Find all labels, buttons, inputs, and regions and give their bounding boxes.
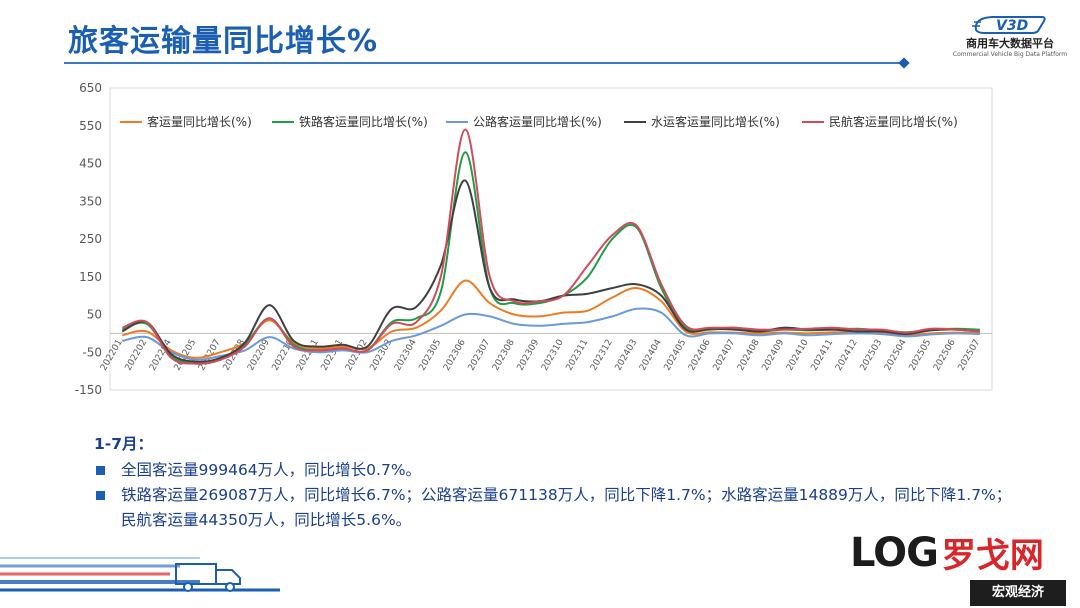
- x-tick-label: 202301: [320, 338, 346, 373]
- y-tick-label: 50: [87, 308, 102, 322]
- x-tick-label: 202407: [712, 338, 738, 373]
- x-tick-label: 202306: [442, 338, 468, 373]
- x-tick-label: 202303: [369, 338, 395, 373]
- x-tick-label: 202201: [99, 338, 125, 373]
- log-brand-latin: LOG: [850, 529, 939, 576]
- x-tick-label: 202406: [687, 338, 713, 373]
- y-tick-label: 250: [79, 232, 102, 246]
- x-tick-label: 202410: [785, 338, 811, 373]
- y-tick-label: 550: [79, 119, 102, 133]
- x-tick-label: 202307: [467, 338, 493, 373]
- legend-label: 水运客运量同比增长(%): [651, 114, 780, 129]
- x-tick-label: 202403: [614, 338, 640, 373]
- x-tick-label: 202308: [491, 338, 517, 373]
- yoy-growth-line-chart: -150 -50 50 150 250 350 450 550 650 202201202202…: [75, 81, 993, 397]
- x-tick-label: 202506: [932, 338, 958, 373]
- title-divider-marker: [898, 57, 910, 69]
- legend-label: 民航客运量同比增长(%): [829, 114, 958, 129]
- x-tick-label: 202412: [834, 338, 860, 373]
- x-tick-label: 202311: [565, 338, 591, 373]
- y-tick-label: -50: [82, 345, 102, 359]
- legend-label: 客运量同比增长(%): [147, 114, 252, 129]
- platform-logo-cn: 商用车大数据平台: [966, 37, 1054, 50]
- truck-decoration-icon: [0, 557, 280, 592]
- x-tick-label: 202411: [810, 338, 836, 373]
- x-tick-label: 202305: [418, 338, 444, 373]
- x-tick-label: 202309: [516, 338, 542, 373]
- page-title: 旅客运输量同比增长%: [68, 24, 379, 59]
- platform-logo: V3D 商用车大数据平台 Commercial Vehicle Big Data…: [950, 12, 1070, 68]
- x-tick-label: 202209: [246, 338, 272, 373]
- x-tick-label: 202304: [393, 338, 419, 373]
- legend-label: 公路客运量同比增长(%): [473, 114, 602, 129]
- log-brand-cn: 罗戈网: [941, 536, 1044, 576]
- platform-logo-en: Commercial Vehicle Big Data Platform: [952, 51, 1068, 58]
- x-tick-label: 202310: [540, 338, 566, 373]
- section-tag: 宏观经济: [970, 580, 1066, 606]
- chart-legend: 客运量同比增长(%) 铁路客运量同比增长(%) 公路客运量同比增长(%) 水运客运量同…: [120, 114, 958, 129]
- platform-logo-icon: V3D: [972, 16, 1046, 34]
- summary-block: 1-7月： 全国客运量999464万人，同比增长0.7%。 铁路客运量26908…: [94, 432, 1014, 533]
- x-tick-label: 202409: [761, 338, 787, 373]
- platform-logo-badge: V3D: [996, 18, 1028, 34]
- y-axis: -150 -50 50 150 250 350 450 550 650: [75, 81, 102, 397]
- x-tick-label: 202507: [957, 338, 983, 373]
- legend-label: 铁路客运量同比增长(%): [299, 114, 428, 129]
- x-tick-label: 202408: [736, 338, 762, 373]
- x-tick-label: 202404: [638, 338, 664, 373]
- summary-heading: 1-7月：: [94, 435, 154, 453]
- log-brand-logo: LOG 罗戈网: [850, 528, 1044, 577]
- x-tick-label: 202312: [589, 338, 615, 373]
- x-tick-label: 202505: [908, 338, 934, 373]
- y-tick-label: 150: [79, 270, 102, 284]
- series-line-4: [121, 179, 980, 363]
- summary-bullet-text: 全国客运量999464万人，同比增长0.7%。: [121, 461, 422, 479]
- x-tick-label: 202302: [344, 338, 370, 373]
- summary-bullet: 铁路客运量269087万人，同比增长6.7%；公路客运量671138万人，同比下…: [94, 483, 1014, 533]
- bullet-square-icon: [96, 466, 105, 475]
- x-tick-label: 202202: [124, 338, 150, 373]
- bullet-square-icon: [96, 491, 105, 500]
- series-lines: [121, 128, 980, 365]
- x-tick-label: 202504: [883, 338, 909, 373]
- y-tick-label: 650: [79, 81, 102, 95]
- series-line-5: [121, 128, 980, 365]
- summary-bullet-text: 铁路客运量269087万人，同比增长6.7%；公路客运量671138万人，同比下…: [121, 486, 1012, 529]
- title-divider: [64, 62, 906, 64]
- y-tick-label: 350: [79, 194, 102, 208]
- y-tick-label: -150: [75, 383, 102, 397]
- y-tick-label: 450: [79, 157, 102, 171]
- summary-bullet: 全国客运量999464万人，同比增长0.7%。: [94, 458, 1014, 483]
- x-tick-label: 202405: [663, 338, 689, 373]
- x-tick-label: 202503: [859, 338, 885, 373]
